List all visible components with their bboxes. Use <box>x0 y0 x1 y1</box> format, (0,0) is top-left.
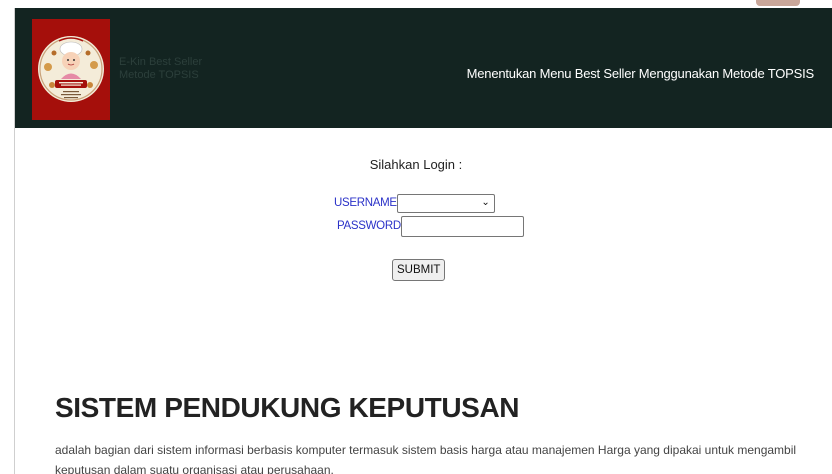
top-accent <box>756 0 800 6</box>
password-input[interactable] <box>400 215 524 237</box>
brand-line-1: E-Kin Best Seller <box>119 56 203 68</box>
username-label: USERNAME <box>334 197 397 209</box>
username-row: USERNAME ⌄ <box>334 193 495 213</box>
bakery-chef-logo-icon[interactable] <box>32 19 110 120</box>
username-select[interactable]: ⌄ <box>396 193 495 213</box>
top-strip <box>0 0 832 8</box>
site-header: E-Kin Best Seller Metode TOPSIS Menentuk… <box>15 8 832 128</box>
header-brand: E-Kin Best Seller Metode TOPSIS <box>119 56 202 82</box>
section-title: SISTEM PENDUKUNG KEPUTUSAN <box>55 392 520 423</box>
page: E-Kin Best Seller Metode TOPSIS Menentuk… <box>0 0 832 474</box>
section-description: adalah bagian dari sistem informasi berb… <box>55 443 797 474</box>
header-title: Menentukan Menu Best Seller Menggunakan … <box>466 66 815 81</box>
chevron-down-icon: ⌄ <box>481 196 490 208</box>
submit-button[interactable]: SUBMIT <box>392 259 446 281</box>
password-label: PASSWORD <box>337 220 401 232</box>
password-row: PASSWORD <box>337 215 524 237</box>
brand-line-2: Metode TOPSIS <box>119 69 199 81</box>
login-heading: Silahkan Login : <box>369 157 463 172</box>
